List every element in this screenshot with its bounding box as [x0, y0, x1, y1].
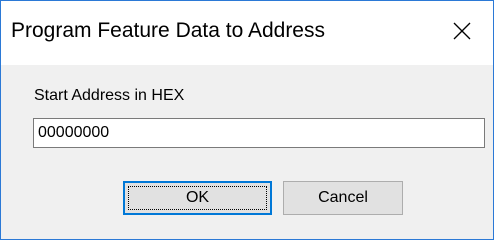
dialog-body: Start Address in HEX OK Cancel: [1, 65, 493, 239]
title-bar[interactable]: Program Feature Data to Address: [1, 1, 493, 65]
cancel-button[interactable]: Cancel: [283, 181, 403, 215]
close-icon: [453, 22, 471, 45]
cancel-button-label: Cancel: [318, 189, 368, 206]
dialog-window: Program Feature Data to Address Start Ad…: [0, 0, 494, 240]
start-address-label: Start Address in HEX: [34, 87, 185, 104]
close-button[interactable]: [431, 1, 493, 65]
ok-button[interactable]: OK: [123, 181, 272, 215]
window-title: Program Feature Data to Address: [11, 19, 325, 42]
start-address-input[interactable]: [33, 118, 485, 148]
ok-button-label: OK: [185, 189, 210, 206]
